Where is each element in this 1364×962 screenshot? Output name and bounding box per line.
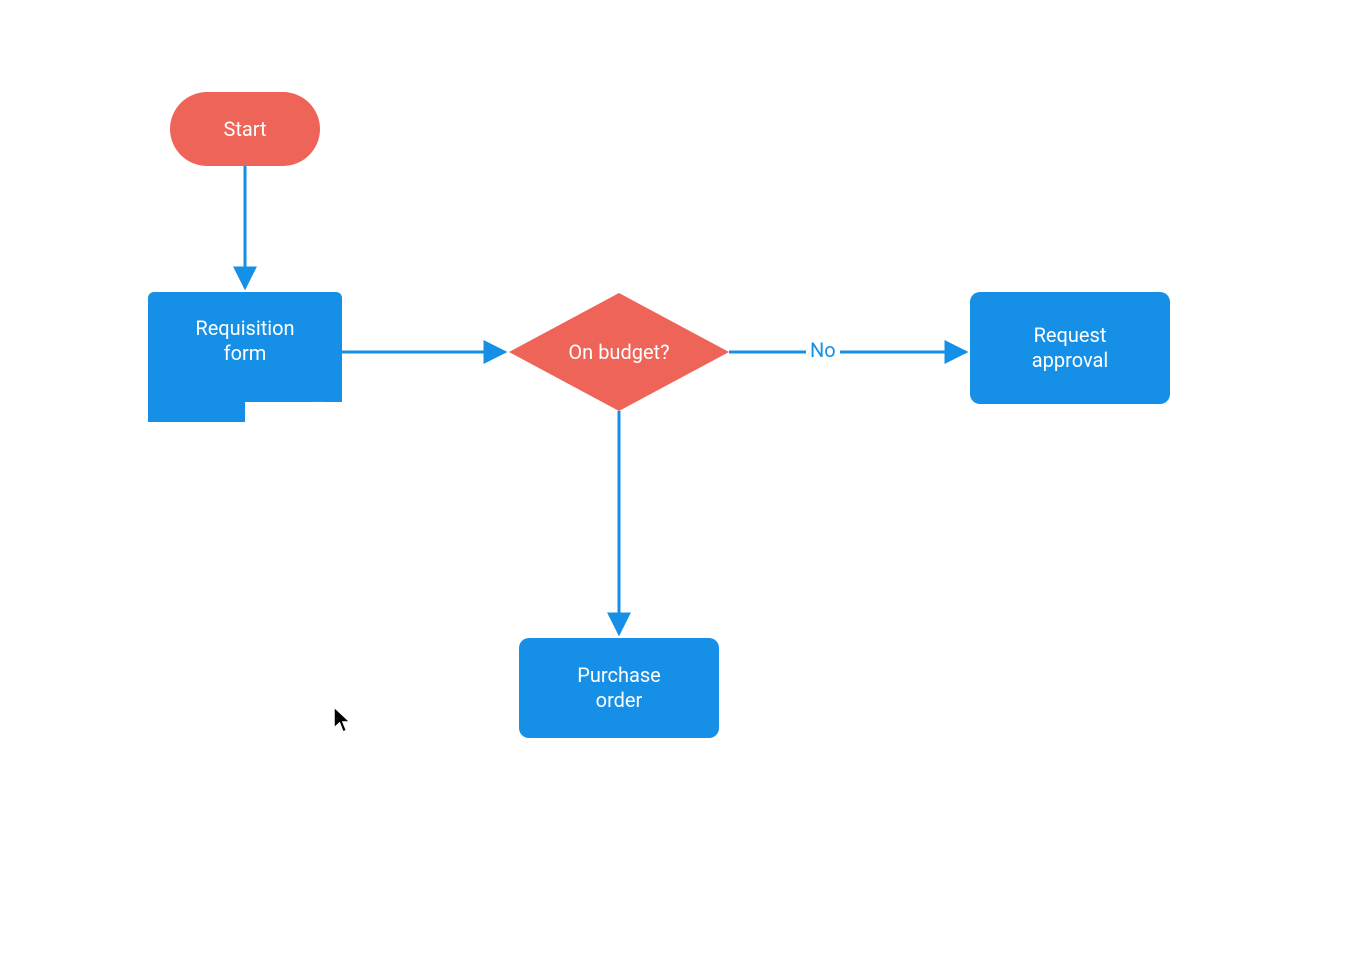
node-purchase-label-1: Purchase [577,663,661,688]
edge-label-no: No [806,338,840,362]
node-requisition-label-1: Requisition [195,316,294,341]
node-request-label-1: Request [1032,323,1108,348]
node-purchase-label-2: order [577,688,661,713]
node-request-approval[interactable]: Request approval [970,292,1170,404]
node-start[interactable]: Start [170,92,320,166]
node-decision-label: On budget? [568,340,669,365]
cursor-icon [332,706,354,734]
node-requisition-label-2: form [195,341,294,366]
node-request-label-2: approval [1032,348,1108,373]
node-decision-on-budget[interactable]: On budget? [509,293,729,411]
node-requisition-form[interactable]: Requisition form [148,292,342,402]
node-purchase-order[interactable]: Purchase order [519,638,719,738]
node-start-label: Start [223,117,266,142]
flowchart-canvas[interactable]: Start Requisition form On budget? Purcha… [0,0,1364,962]
